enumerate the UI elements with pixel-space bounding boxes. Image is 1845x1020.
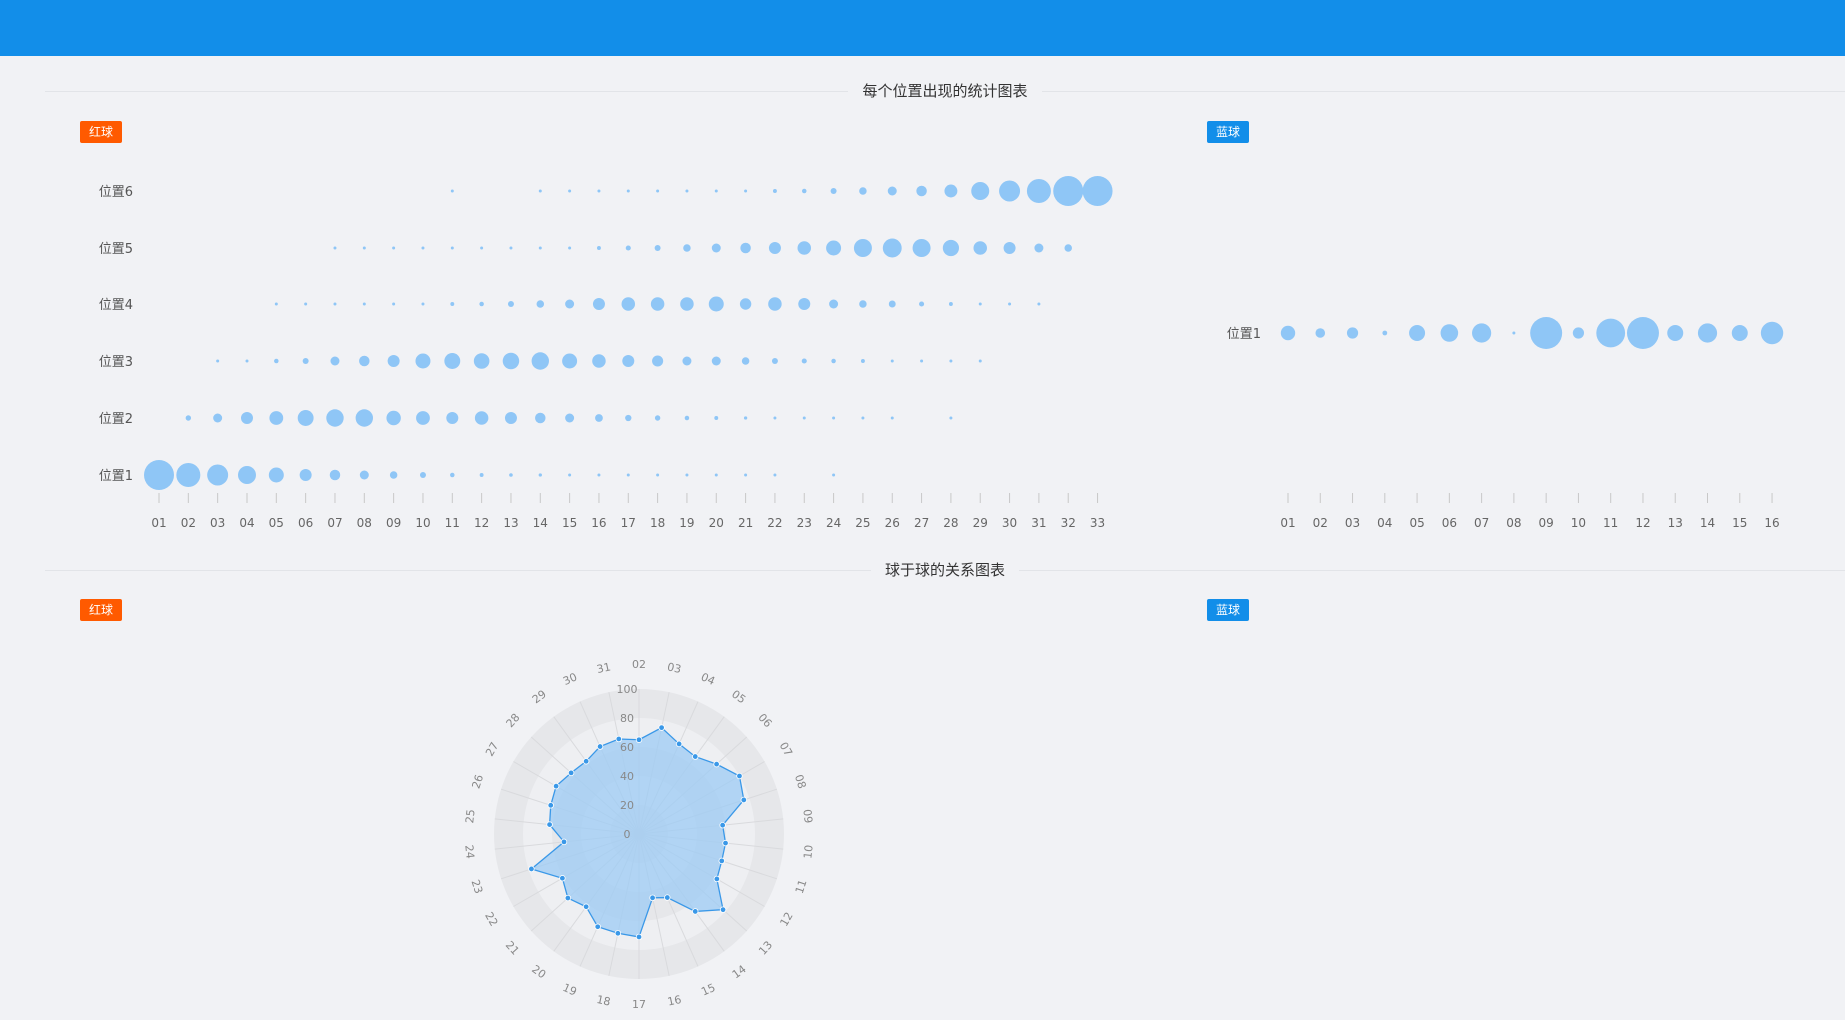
radar-category-label: 05 bbox=[729, 687, 748, 706]
radar-point bbox=[567, 769, 575, 777]
radar-category-label: 15 bbox=[699, 981, 717, 999]
radar-category-label: 27 bbox=[483, 740, 501, 759]
radar-point bbox=[649, 894, 656, 902]
radar-point bbox=[722, 839, 729, 847]
radar-point bbox=[719, 906, 727, 913]
radar-category-label: 22 bbox=[482, 910, 500, 929]
radar-point bbox=[582, 758, 590, 765]
radial-tick-label: 20 bbox=[620, 799, 634, 812]
radar-point bbox=[740, 796, 748, 804]
radar-category-label: 09 bbox=[800, 809, 814, 824]
radar-category-label: 26 bbox=[469, 773, 486, 790]
radar-category-label: 02 bbox=[632, 658, 646, 671]
radar-category-label: 20 bbox=[529, 963, 548, 982]
radar-category-label: 16 bbox=[666, 993, 682, 1009]
radar-point bbox=[635, 933, 643, 941]
radar-category-label: 03 bbox=[666, 660, 682, 676]
radar-point bbox=[713, 875, 721, 883]
radar-point bbox=[547, 802, 554, 809]
radar-category-label: 07 bbox=[777, 740, 795, 759]
radar-point bbox=[594, 923, 601, 930]
radar-category-label: 10 bbox=[801, 844, 815, 859]
radar-point bbox=[528, 865, 535, 873]
radar-point bbox=[635, 736, 643, 743]
radar-category-label: 30 bbox=[561, 670, 579, 688]
radar-category-label: 19 bbox=[561, 981, 579, 999]
radar-category-label: 21 bbox=[503, 939, 522, 958]
radial-tick-label: 60 bbox=[620, 741, 634, 754]
radar-point bbox=[564, 894, 572, 902]
radar-point bbox=[552, 782, 560, 790]
radar-category-label: 13 bbox=[756, 939, 775, 958]
radar-point bbox=[692, 908, 699, 915]
radar-point bbox=[559, 875, 566, 882]
radar-point bbox=[560, 838, 568, 846]
radar-point bbox=[718, 857, 725, 865]
radar-point bbox=[736, 772, 743, 780]
radar-point bbox=[664, 894, 671, 901]
radar-category-label: 12 bbox=[778, 910, 796, 929]
radar-category-label: 28 bbox=[504, 711, 523, 730]
radar-point bbox=[692, 753, 699, 760]
radar-category-label: 29 bbox=[530, 687, 549, 706]
radial-tick-label: 0 bbox=[624, 828, 631, 841]
radar-point bbox=[596, 743, 604, 750]
radar-category-label: 23 bbox=[468, 878, 485, 895]
radar-category-label: 14 bbox=[730, 963, 749, 982]
radar-category-label: 31 bbox=[596, 660, 612, 676]
radar-category-label: 24 bbox=[462, 844, 476, 859]
red-ball-radar-chart: 0 20 40 60 80 100 02 03 04 05 0607 08 09 10 11 1213 14 15… bbox=[462, 658, 816, 1011]
radar-category-label: 17 bbox=[632, 998, 646, 1011]
radial-tick-label: 100 bbox=[617, 683, 638, 696]
radar-category-label: 11 bbox=[793, 878, 810, 895]
radar-category-label: 08 bbox=[792, 773, 809, 790]
radar-point bbox=[719, 822, 726, 829]
radar-point bbox=[713, 760, 720, 768]
radar-point bbox=[675, 740, 683, 748]
radar-point bbox=[582, 903, 590, 910]
radial-tick-label: 40 bbox=[620, 770, 634, 783]
radar-point bbox=[614, 930, 622, 937]
radar-category-label: 25 bbox=[463, 809, 477, 824]
radar-category-label: 06 bbox=[755, 711, 774, 730]
radial-tick-label: 80 bbox=[620, 712, 634, 725]
radar-category-label: 18 bbox=[595, 993, 611, 1009]
radar-point bbox=[658, 724, 665, 731]
radar-category-label: 04 bbox=[699, 670, 717, 688]
radar-point bbox=[546, 821, 553, 828]
